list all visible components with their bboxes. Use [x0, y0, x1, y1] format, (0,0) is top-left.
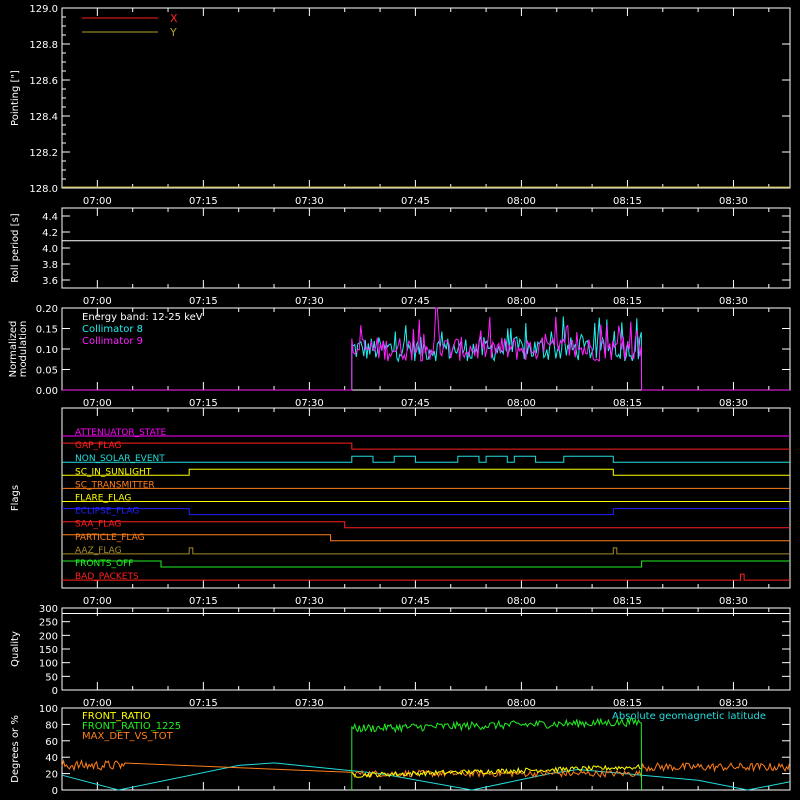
quality-ytick-label: 100 [39, 659, 58, 670]
quality-xtick-label: 08:00 [507, 698, 536, 709]
quicklook-figure: 07:00 07:15 07:30 07:45 08:00 08:15 08:30 129.0… [0, 0, 800, 800]
quicklook-plot: 07:00 07:15 07:30 07:45 08:00 08:15 08:30 129.0… [8, 4, 791, 797]
front-ratio-1225-series [351, 717, 643, 791]
roll-xtick-label: 07:45 [401, 296, 430, 307]
quality-frame [61, 607, 791, 691]
flag-step-line [62, 468, 790, 476]
flags-xtick-label: 08:00 [507, 596, 536, 607]
quality-ytick-label: 0 [52, 686, 58, 697]
pointing-ytick-label: 129.0 [29, 4, 58, 15]
roll-ytick-label: 4.4 [42, 212, 58, 223]
flag-label: ECLIPSE_FLAG [75, 507, 139, 517]
flag-step-line [62, 508, 790, 516]
pointing-ylabel: Pointing ["] [10, 70, 21, 126]
roll-xtick-label: 08:15 [613, 296, 642, 307]
roll-ytick-label: 3.6 [42, 276, 58, 287]
geomagnetic-ytick-label: 40 [45, 753, 58, 764]
modulation-ylabel: modulation [18, 321, 29, 378]
flags-ylabel: Flags [10, 485, 21, 511]
pointing-ytick-label: 128.6 [29, 76, 58, 87]
pointing-ytick-label: 128.8 [29, 40, 58, 51]
flag-step-line [62, 547, 790, 555]
modulation-ytick-label: 0.05 [36, 366, 58, 377]
quality-xtick-label: 08:15 [613, 698, 642, 709]
flag-step-line [62, 455, 790, 463]
quality-xtick-label: 07:45 [401, 698, 430, 709]
pointing-xtick-label: 08:00 [507, 196, 536, 207]
roll-xtick-label: 07:30 [295, 296, 324, 307]
roll-xtick-label: 08:00 [507, 296, 536, 307]
pointing-xtick-label: 07:00 [83, 196, 112, 207]
quality-ytick-label: 200 [39, 631, 58, 642]
modulation-ytick-label: 0.15 [36, 325, 58, 336]
roll-ytick-label: 3.8 [42, 260, 58, 271]
geomagnetic-ytick-label: 60 [45, 737, 58, 748]
geomagnetic-ytick-label: 100 [39, 704, 58, 715]
pointing-ytick-label: 128.4 [29, 112, 58, 123]
modulation-xtick-label: 07:30 [295, 398, 324, 409]
roll-xtick-label: 08:30 [719, 296, 748, 307]
flags-xtick-label: 08:15 [613, 596, 642, 607]
flags-xtick-label: 07:30 [295, 596, 324, 607]
roll-xtick-label: 07:15 [189, 296, 218, 307]
flag-step-line [62, 573, 790, 581]
pointing-xtick-label: 08:30 [719, 196, 748, 207]
pointing-legend-label: Y [169, 26, 177, 39]
flags-xtick-label: 08:30 [719, 596, 748, 607]
geomagnetic-ylabel: Degrees or % [10, 715, 21, 783]
pointing-xtick-label: 07:45 [401, 196, 430, 207]
flag-step-line [62, 521, 790, 529]
modulation-xtick-label: 08:15 [613, 398, 642, 409]
quality-ylabel: Quality [10, 631, 21, 667]
quality-ytick-label: 50 [45, 672, 58, 683]
pointing-xtick-label: 07:15 [189, 196, 218, 207]
quality-xtick-label: 07:00 [83, 698, 112, 709]
flag-step-line [62, 534, 790, 542]
modulation-xtick-label: 07:00 [83, 398, 112, 409]
geomagnetic-ytick-label: 0 [52, 786, 58, 797]
flags-xtick-label: 07:15 [189, 596, 218, 607]
quality-xtick-label: 08:30 [719, 698, 748, 709]
quality-ytick-label: 150 [39, 645, 58, 656]
flag-step-line [62, 442, 790, 450]
modulation-ytick-label: 0.20 [36, 304, 58, 315]
modulation-xtick-label: 08:30 [719, 398, 748, 409]
roll-ytick-label: 4.2 [42, 228, 58, 239]
pointing-ytick-label: 128.2 [29, 148, 58, 159]
pointing-xtick-label: 08:15 [613, 196, 642, 207]
pointing-xtick-label: 07:30 [295, 196, 324, 207]
geomagnetic-ytick-label: 80 [45, 720, 58, 731]
quality-ytick-label: 300 [39, 604, 58, 615]
quality-xtick-label: 07:15 [189, 698, 218, 709]
modulation-legend-label: Collimator 8 [82, 324, 143, 335]
flag-step-line [62, 560, 790, 568]
geomagnetic-legend-label: MAX_DET_VS_TOT [82, 731, 174, 742]
roll-ylabel: Roll period [s] [10, 213, 21, 282]
flags-xtick-label: 07:00 [83, 596, 112, 607]
roll-ytick-label: 4.0 [42, 244, 58, 255]
modulation-legend-title: Energy band: 12-25 keV [82, 312, 203, 323]
geomagnetic-ytick-label: 20 [45, 770, 58, 781]
modulation-legend-label: Collimator 9 [82, 336, 143, 347]
modulation-ytick-label: 0.10 [36, 345, 58, 356]
flags-xtick-label: 07:45 [401, 596, 430, 607]
modulation-xtick-label: 08:00 [507, 398, 536, 409]
quality-xtick-label: 07:30 [295, 698, 324, 709]
quality-ytick-label: 250 [39, 618, 58, 629]
roll-xtick-label: 07:00 [83, 296, 112, 307]
modulation-series-1 [62, 316, 790, 391]
modulation-xtick-label: 07:15 [189, 398, 218, 409]
pointing-ytick-label: 128.0 [29, 184, 58, 195]
pointing-legend-label: X [170, 12, 178, 25]
modulation-ytick-label: 0.00 [36, 386, 58, 397]
roll-frame [61, 207, 791, 289]
modulation-xtick-label: 07:45 [401, 398, 430, 409]
